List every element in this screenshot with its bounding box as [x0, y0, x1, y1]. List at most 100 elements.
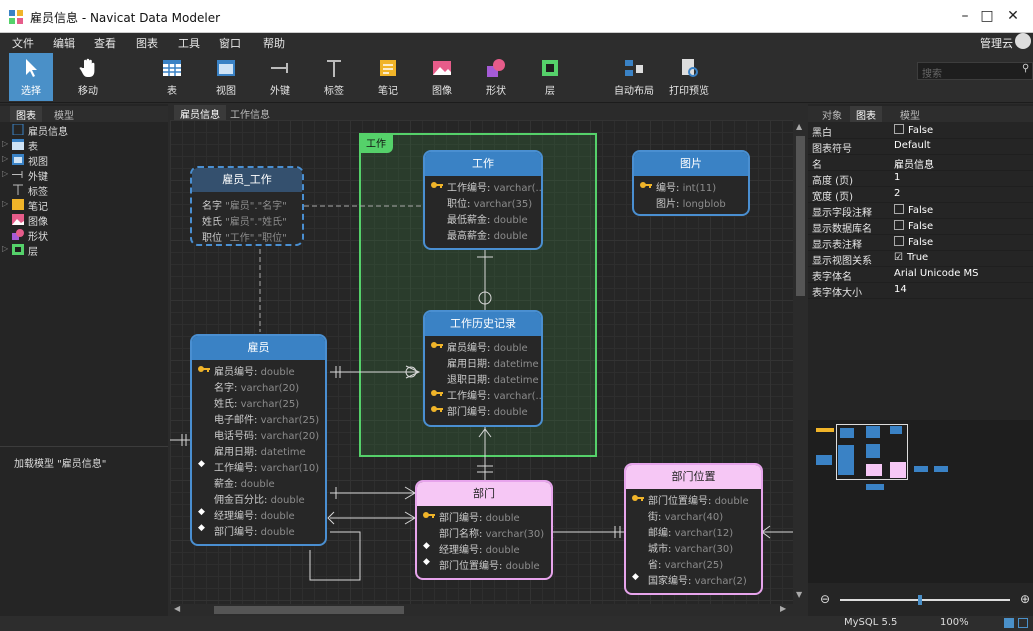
tab-employee-info[interactable]: 雇员信息: [174, 105, 226, 121]
search-icon[interactable]: ⚲: [1022, 63, 1029, 74]
field-row[interactable]: 电子邮件: varchar(25): [192, 410, 325, 426]
scroll-left-icon[interactable]: ◀: [174, 604, 180, 613]
field-row[interactable]: 名字: varchar(20): [192, 378, 325, 394]
tab-diagram[interactable]: 图表: [10, 106, 42, 122]
field-row[interactable]: ◆ 部门位置编号: double: [417, 556, 551, 572]
prop-black-white[interactable]: 黑白 False: [808, 123, 1033, 139]
field-row[interactable]: 工作编号: varchar(...: [425, 386, 541, 402]
field-row[interactable]: ◆ 经理编号: double: [192, 506, 325, 522]
avatar[interactable]: [1015, 33, 1031, 49]
field-row[interactable]: 最高薪金: double: [425, 226, 541, 242]
tree-shapes[interactable]: 形状: [0, 228, 168, 243]
print-preview-tool[interactable]: 打印预览: [664, 53, 714, 101]
tab-object[interactable]: 对象: [816, 106, 848, 122]
layer-tool[interactable]: 层: [528, 53, 572, 101]
field-row[interactable]: 邮编: varchar(12): [626, 523, 761, 539]
checkbox[interactable]: [894, 236, 904, 246]
menu-diagram[interactable]: 图表: [136, 35, 158, 51]
field-row[interactable]: 街: varchar(40): [626, 507, 761, 523]
field-row[interactable]: 最低薪金: double: [425, 210, 541, 226]
layout-single-icon[interactable]: [1004, 618, 1014, 628]
entity-employee[interactable]: 雇员 雇员编号: double 名字: varchar(20) 姓氏: varc…: [190, 334, 327, 546]
field-row[interactable]: 部门编号: double: [417, 508, 551, 524]
entity-employee-job-view[interactable]: 雇员_工作 名字 "雇员"."名字" 姓氏 "雇员"."姓氏" 职位 "工作".…: [190, 166, 304, 246]
field-row[interactable]: 工作编号: varchar(...: [425, 178, 541, 194]
field-row[interactable]: 雇员编号: double: [425, 338, 541, 354]
select-tool[interactable]: 选择: [9, 53, 53, 101]
vertical-scroll-thumb[interactable]: [796, 136, 805, 296]
table-tool[interactable]: 表: [150, 53, 194, 101]
checkbox[interactable]: [894, 220, 904, 230]
field-row[interactable]: ◆ 部门编号: double: [192, 522, 325, 538]
checkmark-icon[interactable]: ☑: [894, 252, 903, 263]
prop-field-comments[interactable]: 显示字段注释 False: [808, 203, 1033, 219]
expand-icon[interactable]: ▷: [2, 169, 8, 178]
field-row[interactable]: 电话号码: varchar(20): [192, 426, 325, 442]
field-row[interactable]: 编号: int(11): [634, 178, 748, 194]
zoom-slider[interactable]: [840, 599, 1010, 601]
zoom-in-icon[interactable]: ⊕: [1020, 592, 1030, 606]
tab-model[interactable]: 模型: [48, 106, 80, 122]
tree-root[interactable]: 雇员信息: [0, 123, 168, 138]
zoom-out-icon[interactable]: ⊖: [820, 592, 830, 606]
entity-department[interactable]: 部门 部门编号: double 部门名称: varchar(30) ◆ 经理编号:…: [415, 480, 553, 580]
scroll-up-icon[interactable]: ▲: [796, 122, 802, 131]
horizontal-scrollbar[interactable]: ◀ ▶: [170, 604, 793, 616]
menu-help[interactable]: 帮助: [263, 35, 285, 51]
menu-view[interactable]: 查看: [94, 35, 116, 51]
entity-job[interactable]: 工作 工作编号: varchar(... 职位: varchar(35) 最低薪…: [423, 150, 543, 250]
prop-width[interactable]: 宽度 (页) 2: [808, 187, 1033, 203]
tree-views[interactable]: ▷ 视图: [0, 153, 168, 168]
expand-icon[interactable]: ▷: [2, 139, 8, 148]
search-input[interactable]: 搜索: [917, 62, 1033, 80]
prop-name[interactable]: 名雇员信息: [808, 155, 1033, 171]
menu-file[interactable]: 文件: [12, 35, 34, 51]
field-row[interactable]: ◆ 国家编号: varchar(2): [626, 571, 761, 587]
field-row[interactable]: 雇用日期: datetime: [425, 354, 541, 370]
prop-notation[interactable]: 图表符号 Default: [808, 139, 1033, 155]
entity-job-history[interactable]: 工作历史记录 雇员编号: double 雇用日期: datetime 退职日期:…: [423, 310, 543, 427]
field-row[interactable]: 城市: varchar(30): [626, 539, 761, 555]
prop-height[interactable]: 高度 (页) 1: [808, 171, 1033, 187]
field-row[interactable]: 雇用日期: datetime: [192, 442, 325, 458]
entity-department-location[interactable]: 部门位置 部门位置编号: double 街: varchar(40) 邮编: v…: [624, 463, 763, 595]
vertical-scrollbar[interactable]: ▲ ▼: [793, 120, 808, 604]
foreign-key-tool[interactable]: 外键: [258, 53, 302, 101]
field-row[interactable]: 雇员编号: double: [192, 362, 325, 378]
expand-icon[interactable]: ▷: [2, 244, 8, 253]
tree-notes[interactable]: ▷ 笔记: [0, 198, 168, 213]
prop-font-name[interactable]: 表字体名 Arial Unicode MS: [808, 267, 1033, 283]
tree-tables[interactable]: ▷ 表: [0, 138, 168, 153]
field-row[interactable]: ◆ 工作编号: varchar(10): [192, 458, 325, 474]
entity-picture[interactable]: 图片 编号: int(11) 图片: longblob: [632, 150, 750, 216]
field-row[interactable]: ◆ 经理编号: double: [417, 540, 551, 556]
field-row[interactable]: 职位: varchar(35): [425, 194, 541, 210]
prop-font-size[interactable]: 表字体大小 14: [808, 283, 1033, 299]
scroll-right-icon[interactable]: ▶: [780, 604, 786, 613]
prop-view-relations[interactable]: 显示视图关系 ☑ True: [808, 251, 1033, 267]
layout-split-icon[interactable]: [1018, 618, 1028, 628]
field-row[interactable]: 图片: longblob: [634, 194, 748, 210]
image-tool[interactable]: 图像: [420, 53, 464, 101]
move-tool[interactable]: 移动: [66, 53, 110, 101]
view-field[interactable]: 职位 "工作"."职位": [192, 228, 302, 244]
field-row[interactable]: 省: varchar(25): [626, 555, 761, 571]
view-field[interactable]: 姓氏 "雇员"."姓氏": [192, 212, 302, 228]
field-row[interactable]: 退职日期: datetime: [425, 370, 541, 386]
diagram-canvas[interactable]: 工作 雇员_工作 名字 "雇员"."名字" 姓氏 "雇员"."姓氏" 职位 "工…: [170, 120, 793, 604]
horizontal-scroll-thumb[interactable]: [214, 606, 404, 614]
expand-icon[interactable]: ▷: [2, 154, 8, 163]
field-row[interactable]: 部门名称: varchar(30): [417, 524, 551, 540]
field-row[interactable]: 佣金百分比: double: [192, 490, 325, 506]
prop-db-name[interactable]: 显示数据库名 False: [808, 219, 1033, 235]
tab-job-info[interactable]: 工作信息: [224, 105, 276, 121]
field-row[interactable]: 薪金: double: [192, 474, 325, 490]
expand-icon[interactable]: ▷: [2, 199, 8, 208]
view-tool[interactable]: 视图: [204, 53, 248, 101]
label-tool[interactable]: 标签: [312, 53, 356, 101]
field-row[interactable]: 部门位置编号: double: [626, 491, 761, 507]
tree-layers[interactable]: ▷ 层: [0, 243, 168, 258]
field-row[interactable]: 部门编号: double: [425, 402, 541, 418]
menu-tools[interactable]: 工具: [178, 35, 200, 51]
tab-diagram-props[interactable]: 图表: [850, 106, 882, 122]
